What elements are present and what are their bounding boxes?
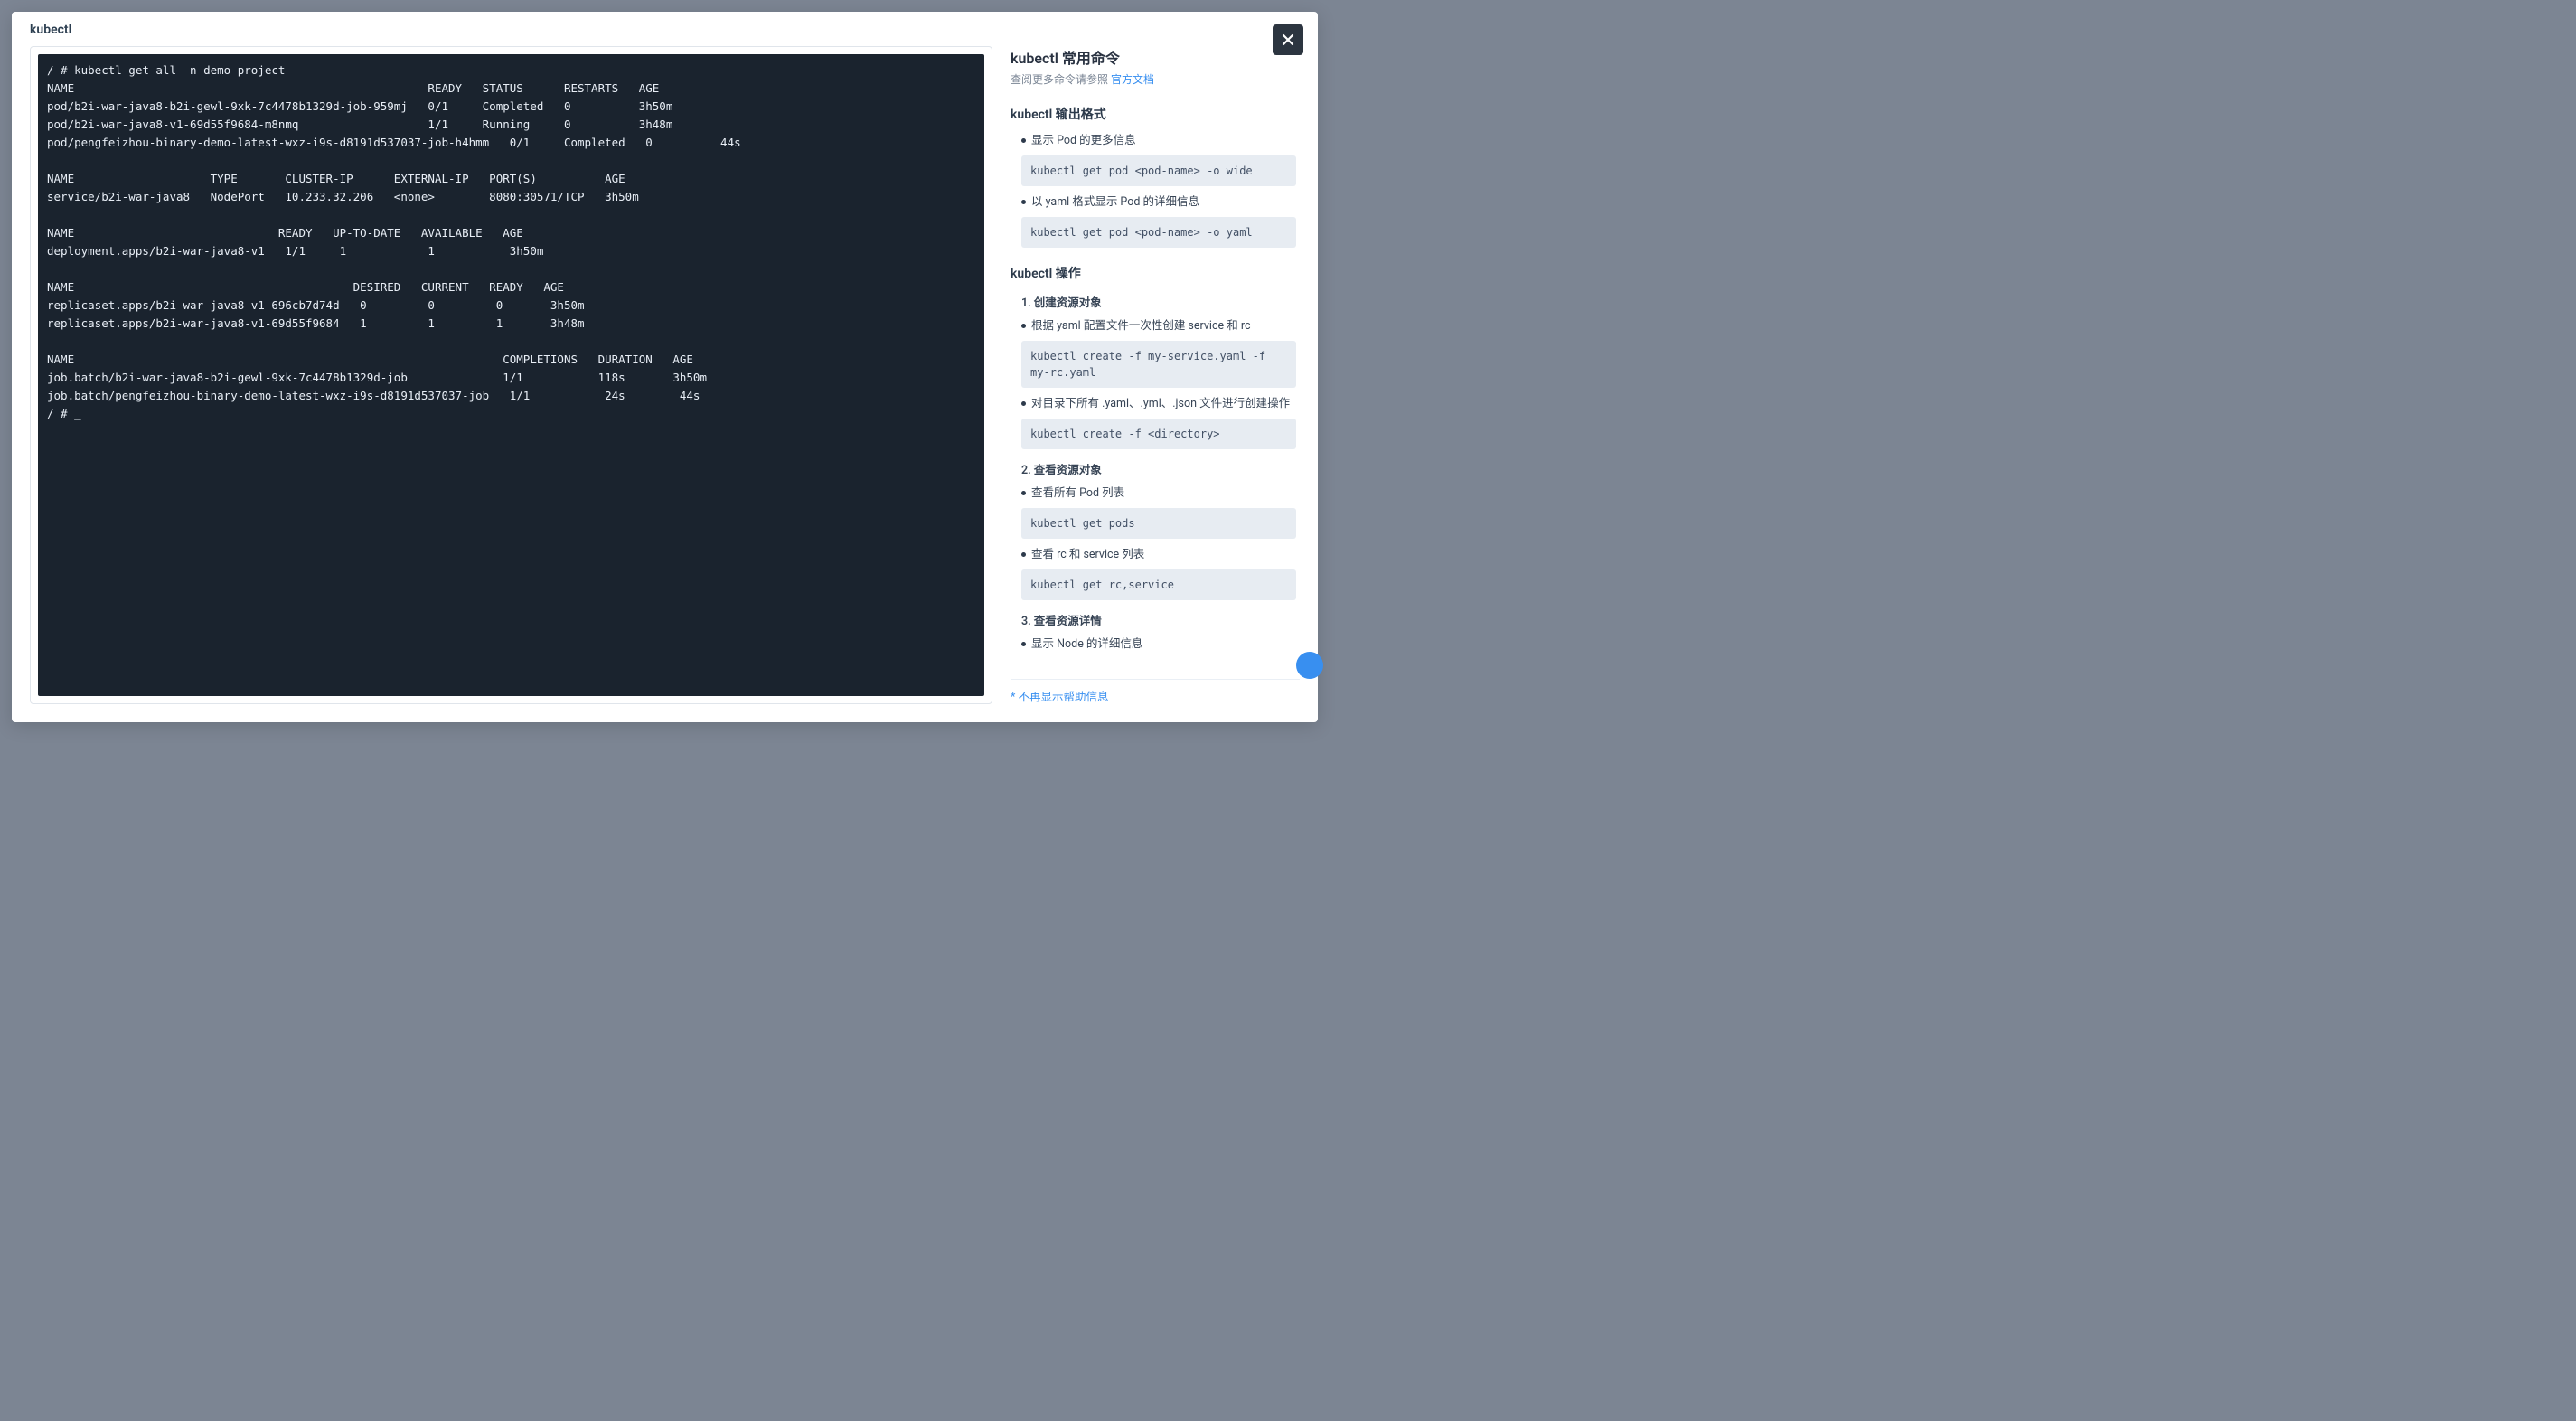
help-item: 显示 Pod 的更多信息 (1021, 132, 1296, 150)
help-text: 根据 yaml 配置文件一次性创建 service 和 rc (1031, 317, 1250, 335)
code-snippet: kubectl create -f my-service.yaml -f my-… (1021, 341, 1296, 388)
code-snippet: kubectl create -f <directory> (1021, 419, 1296, 449)
help-text: 显示 Pod 的更多信息 (1031, 132, 1136, 150)
help-text: 以 yaml 格式显示 Pod 的详细信息 (1031, 193, 1199, 212)
help-item: 查看所有 Pod 列表 (1021, 485, 1296, 503)
help-panel: kubectl 常用命令 查阅更多命令请参照 官方文档 kubectl 输出格式… (1011, 46, 1300, 704)
help-item: 查看 rc 和 service 列表 (1021, 546, 1296, 564)
code-snippet: kubectl get pods (1021, 508, 1296, 539)
modal-header: kubectl (12, 12, 1318, 46)
help-sub-text: 查阅更多命令请参照 (1011, 73, 1111, 86)
floating-action-button[interactable] (1296, 652, 1323, 679)
ops-step-title: 1. 创建资源对象 (1021, 293, 1296, 310)
section-ops-title: kubectl 操作 (1011, 264, 1296, 282)
bullet-icon (1021, 401, 1026, 406)
help-footer: * 不再显示帮助信息 (1011, 679, 1300, 704)
kubectl-modal: kubectl / # kubectl get all -n demo-proj… (12, 12, 1318, 722)
bullet-icon (1021, 138, 1026, 143)
terminal-container: / # kubectl get all -n demo-project NAME… (30, 46, 992, 704)
code-snippet: kubectl get rc,service (1021, 569, 1296, 600)
hide-help-link[interactable]: * 不再显示帮助信息 (1011, 691, 1108, 704)
section-output-title: kubectl 输出格式 (1011, 105, 1296, 123)
help-text: 查看所有 Pod 列表 (1031, 485, 1124, 503)
bullet-icon (1021, 552, 1026, 557)
docs-link[interactable]: 官方文档 (1111, 73, 1154, 86)
help-item: 以 yaml 格式显示 Pod 的详细信息 (1021, 193, 1296, 212)
code-snippet: kubectl get pod <pod-name> -o yaml (1021, 217, 1296, 248)
help-subtitle: 查阅更多命令请参照 官方文档 (1011, 71, 1296, 87)
code-snippet: kubectl get pod <pod-name> -o wide (1021, 155, 1296, 186)
bullet-icon (1021, 324, 1026, 328)
ops-step-title: 2. 查看资源对象 (1021, 460, 1296, 477)
terminal-output: / # kubectl get all -n demo-project NAME… (47, 63, 741, 420)
close-button[interactable] (1273, 24, 1303, 55)
bullet-icon (1021, 642, 1026, 646)
terminal-cursor: _ (74, 405, 81, 423)
help-scroll[interactable]: kubectl 常用命令 查阅更多命令请参照 官方文档 kubectl 输出格式… (1011, 46, 1300, 673)
modal-title: kubectl (30, 23, 71, 37)
modal-body: / # kubectl get all -n demo-project NAME… (12, 46, 1318, 722)
help-text: 查看 rc 和 service 列表 (1031, 546, 1144, 564)
help-text: 对目录下所有 .yaml、.yml、.json 文件进行创建操作 (1031, 395, 1290, 413)
help-item: 对目录下所有 .yaml、.yml、.json 文件进行创建操作 (1021, 395, 1296, 413)
help-text: 显示 Node 的详细信息 (1031, 635, 1142, 654)
close-icon (1280, 32, 1296, 48)
ops-step-title: 3. 查看资源详情 (1021, 611, 1296, 628)
help-item: 显示 Node 的详细信息 (1021, 635, 1296, 654)
bullet-icon (1021, 491, 1026, 495)
bullet-icon (1021, 200, 1026, 204)
help-title: kubectl 常用命令 (1011, 46, 1296, 68)
terminal[interactable]: / # kubectl get all -n demo-project NAME… (38, 54, 984, 696)
help-item: 根据 yaml 配置文件一次性创建 service 和 rc (1021, 317, 1296, 335)
